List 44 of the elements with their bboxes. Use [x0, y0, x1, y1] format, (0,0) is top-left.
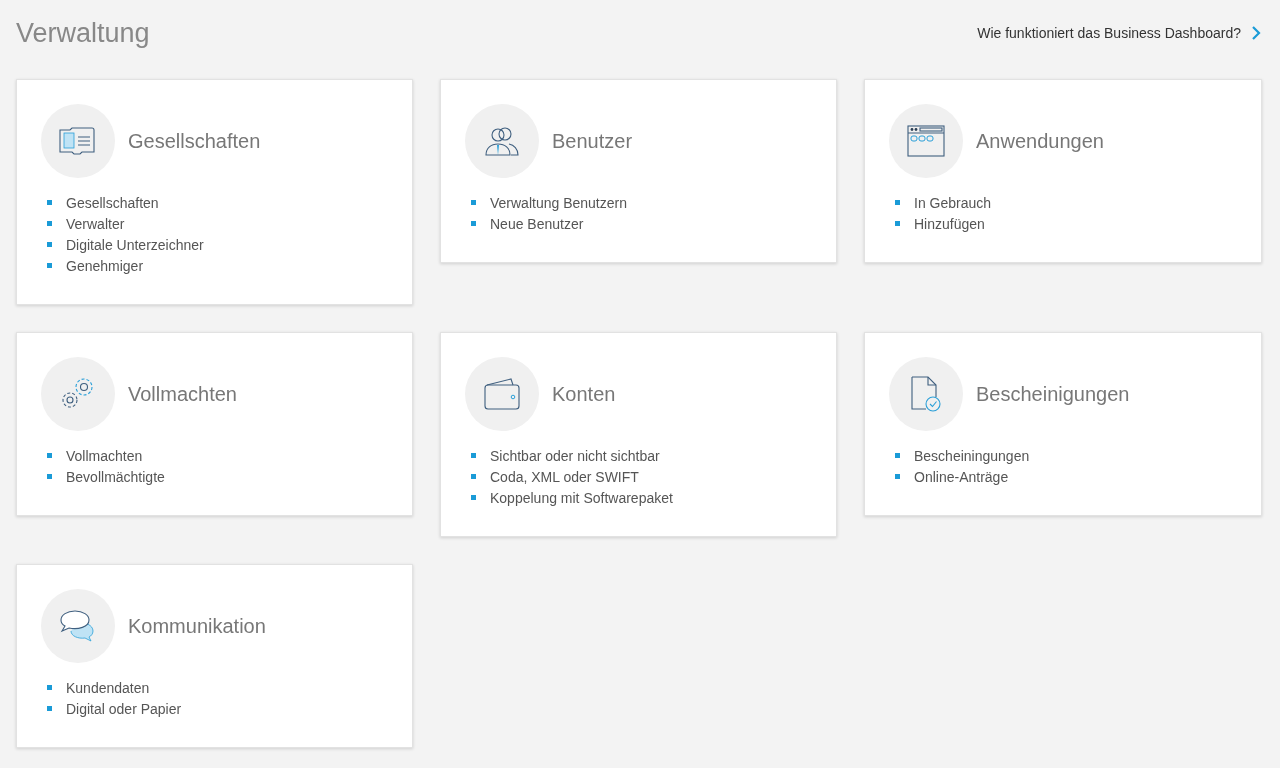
card-link[interactable]: Neue Benutzer: [490, 215, 584, 232]
card-title: Bescheinigungen: [976, 382, 1130, 406]
bullet-icon: [471, 221, 476, 226]
bullet-icon: [895, 453, 900, 458]
bullet-icon: [47, 242, 52, 247]
bullet-icon: [47, 474, 52, 479]
page-title: Verwaltung: [16, 17, 150, 49]
card-link[interactable]: Genehmiger: [66, 257, 144, 274]
card-link[interactable]: Gesellschaften: [66, 194, 159, 211]
bullet-icon: [471, 453, 476, 458]
card-link[interactable]: Hinzufügen: [914, 215, 985, 232]
bullet-icon: [471, 474, 476, 479]
card-link[interactable]: Digital oder Papier: [66, 700, 182, 717]
chevron-right-icon: [1251, 25, 1261, 41]
card-link[interactable]: Digitale Unterzeichner: [66, 236, 204, 253]
card-title: Konten: [552, 382, 616, 406]
card-title: Benutzer: [552, 129, 633, 153]
bullet-icon: [47, 200, 52, 205]
card-link[interactable]: Kundendaten: [66, 679, 150, 696]
card-link[interactable]: Verwalter: [66, 215, 125, 232]
bullet-icon: [895, 474, 900, 479]
card-link[interactable]: Sichtbar oder nicht sichtbar: [490, 447, 660, 464]
bullet-icon: [895, 221, 900, 226]
card-link[interactable]: Vollmachten: [66, 447, 143, 464]
bullet-icon: [47, 706, 52, 711]
card-title: Gesellschaften: [128, 129, 261, 153]
bullet-icon: [471, 495, 476, 500]
card-title: Vollmachten: [128, 382, 237, 406]
card-link[interactable]: Coda, XML oder SWIFT: [490, 468, 639, 485]
card-title: Anwendungen: [976, 129, 1104, 153]
card-link[interactable]: In Gebrauch: [914, 194, 992, 211]
bullet-icon: [47, 263, 52, 268]
bullet-icon: [895, 200, 900, 205]
bullet-icon: [47, 453, 52, 458]
card-title: Kommunikation: [128, 614, 266, 638]
bullet-icon: [47, 685, 52, 690]
card-link[interactable]: Koppelung mit Softwarepaket: [490, 489, 673, 506]
card-link[interactable]: Online-Anträge: [914, 468, 1009, 485]
card-link[interactable]: Bevollmächtigte: [66, 468, 165, 485]
card-link[interactable]: Bescheiningungen: [914, 447, 1030, 464]
card-link[interactable]: Verwaltung Benutzern: [490, 194, 627, 211]
bullet-icon: [471, 200, 476, 205]
bullet-icon: [47, 221, 52, 226]
help-link[interactable]: Wie funktioniert das Business Dashboard?: [977, 25, 1264, 41]
